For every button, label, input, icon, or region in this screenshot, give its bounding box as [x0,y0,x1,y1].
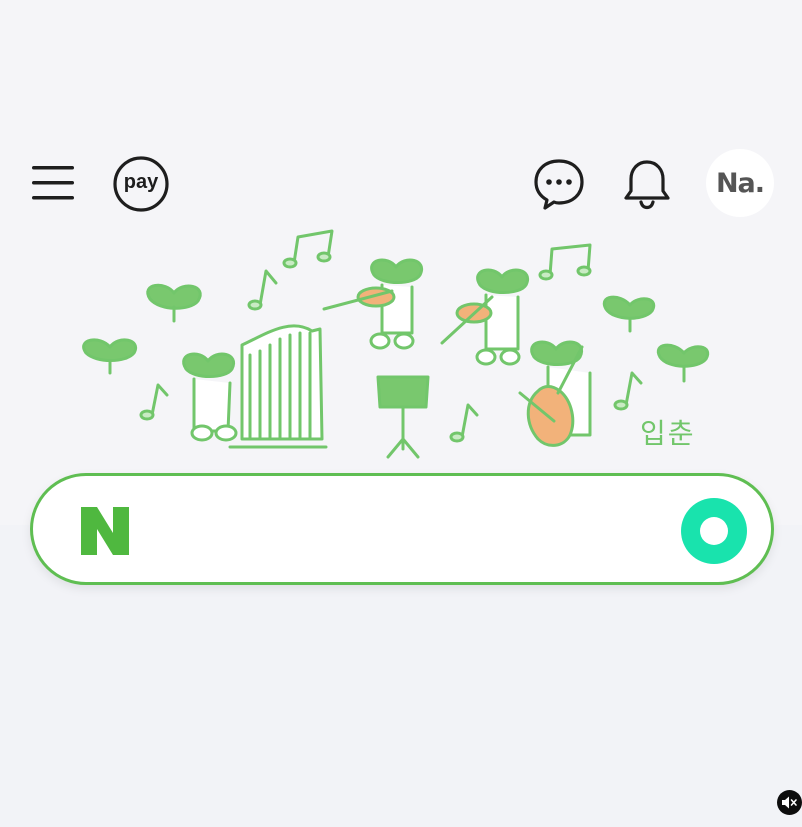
sprout-icon [82,338,138,375]
seasonal-doodle-illustration[interactable] [70,225,730,465]
chat-bubble-icon [534,159,584,210]
sprout-icon [656,343,710,383]
sprout-icon [146,283,202,323]
pay-button[interactable]: pay [112,155,170,213]
cellist-figure [518,340,592,447]
mute-toggle-button[interactable] [777,790,802,815]
harpist-figure [182,352,238,442]
talk-button[interactable] [532,157,586,211]
bell-icon [624,160,670,210]
sprout-icon [602,295,656,333]
search-input[interactable] [153,498,657,564]
notifications-button[interactable] [622,158,672,210]
search-bar[interactable] [30,473,774,585]
menu-button[interactable] [30,160,78,204]
violinist-figure [440,268,530,366]
music-note-icon [247,269,278,311]
music-stand-icon [376,375,430,459]
naver-n-icon [81,507,129,555]
hamburger-icon [32,166,74,200]
music-note-icon [139,383,169,421]
speaker-muted-icon [782,796,797,809]
music-note-icon [613,371,643,411]
music-note-icon [282,229,334,269]
naver-home-screen: pay Na. 입춘 [0,0,802,827]
violinist-figure [322,258,424,350]
music-note-icon [449,403,479,443]
harp-icon [228,324,328,449]
pay-label: pay [123,171,159,193]
green-search-circle-icon [700,517,728,545]
profile-button[interactable]: Na. [706,149,774,217]
profile-initials: Na. [715,167,765,199]
doodle-caption: 입춘 [640,417,696,450]
music-note-icon [538,243,592,281]
search-button[interactable] [681,498,747,564]
